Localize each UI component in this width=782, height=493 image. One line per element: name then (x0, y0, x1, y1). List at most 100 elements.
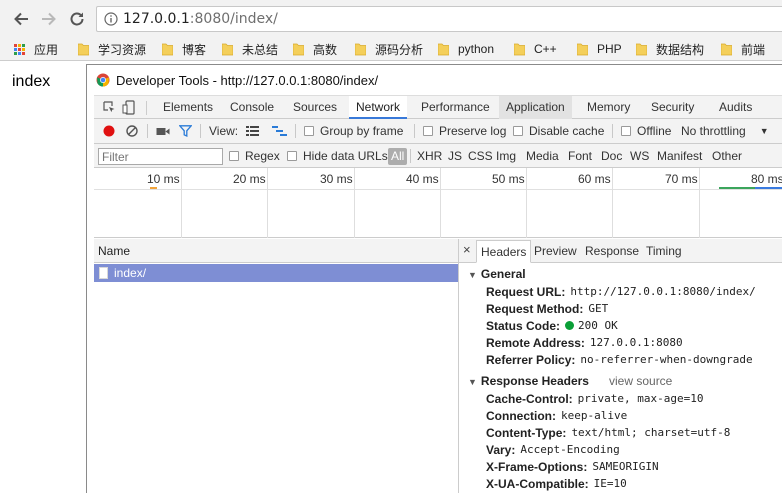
response-headers-section-header[interactable]: ▼ Response Headers (468, 374, 589, 388)
bookmark-label: 数据结构 (656, 42, 705, 57)
document-icon (99, 267, 108, 279)
waterfall-icon (272, 126, 287, 136)
timeline-tick: 40 ms (406, 172, 439, 186)
overview-button[interactable] (272, 119, 287, 143)
regex-label: Regex (245, 149, 280, 163)
bookmark-folder[interactable]: 学习资源 (78, 40, 146, 58)
folder-icon (355, 43, 366, 55)
view-source-link[interactable]: view source (609, 374, 672, 388)
tab-console[interactable]: Console (223, 96, 281, 119)
checkbox-box (229, 151, 239, 161)
checkbox-box (513, 126, 523, 136)
triangle-down-icon: ▼ (468, 270, 477, 280)
tab-headers[interactable]: Headers (476, 240, 532, 263)
preserve-log-label: Preserve log (439, 124, 507, 138)
tab-preview[interactable]: Preview (530, 240, 581, 263)
apps-grid-icon (14, 43, 25, 55)
address-text[interactable]: 127.0.0.1:8080/index/ (123, 11, 278, 27)
arrow-left-icon (14, 12, 28, 26)
bookmark-label: 应用 (34, 42, 59, 57)
folder-icon (577, 43, 588, 55)
group-by-frame-checkbox[interactable]: Group by frame (304, 119, 403, 143)
type-filter-ws[interactable]: WS (628, 148, 651, 165)
chrome-logo-icon (96, 73, 110, 87)
forward-button[interactable] (38, 8, 60, 30)
tab-memory[interactable]: Memory (580, 96, 637, 119)
tab-elements[interactable]: Elements (156, 96, 220, 119)
type-filter-doc[interactable]: Doc (599, 148, 624, 165)
type-filter-manifest[interactable]: Manifest (655, 148, 704, 165)
tab-audits[interactable]: Audits (712, 96, 759, 119)
back-button[interactable] (10, 8, 32, 30)
bookmark-folder[interactable]: 博客 (162, 40, 206, 58)
clear-button[interactable] (126, 119, 138, 143)
inspect-element-icon[interactable] (103, 101, 116, 114)
disable-cache-checkbox[interactable]: Disable cache (513, 119, 604, 143)
type-filter-font[interactable]: Font (566, 148, 594, 165)
filter-input[interactable] (98, 148, 223, 165)
timeline-overview[interactable]: 10 ms 20 ms 30 ms 40 ms 50 ms 60 ms 70 m… (94, 168, 782, 238)
reload-button[interactable] (66, 8, 88, 30)
bookmark-apps[interactable]: 应用 (14, 40, 58, 58)
close-icon[interactable]: × (463, 242, 471, 257)
device-toolbar-icon[interactable] (122, 100, 136, 115)
bookmark-folder[interactable]: python (438, 40, 494, 58)
folder-icon (162, 43, 173, 55)
address-bar[interactable]: 127.0.0.1:8080/index/ (96, 6, 782, 32)
timeline-tick: 60 ms (578, 172, 611, 186)
type-filter-img[interactable]: Img (494, 148, 518, 165)
header-row: Connection: keep-alive (486, 407, 627, 424)
preserve-log-checkbox[interactable]: Preserve log (423, 119, 506, 143)
filter-toggle-button[interactable] (179, 119, 192, 143)
header-key: Status Code: (486, 318, 561, 333)
type-filter-other[interactable]: Other (710, 148, 744, 165)
tab-sources[interactable]: Sources (286, 96, 344, 119)
offline-checkbox[interactable]: Offline (621, 119, 671, 143)
type-filter-css[interactable]: CSS (466, 148, 495, 165)
tab-security[interactable]: Security (644, 96, 701, 119)
bookmark-label: 未总结 (242, 42, 279, 57)
view-label: View: (209, 124, 239, 138)
record-button[interactable] (103, 119, 115, 143)
capture-screenshots-button[interactable] (156, 119, 170, 143)
network-toolbar: View: Group by frame Preserve log Disabl… (94, 119, 782, 144)
tab-response[interactable]: Response (581, 240, 643, 263)
bookmark-label: 博客 (182, 42, 207, 57)
bookmark-folder[interactable]: 未总结 (222, 40, 278, 58)
checkbox-box (423, 126, 433, 136)
devtools-panel-tabs: Elements Console Sources Network Perform… (94, 95, 782, 119)
tab-network[interactable]: Network (349, 96, 408, 119)
bookmark-folder[interactable]: 高数 (293, 40, 337, 58)
type-filter-js[interactable]: JS (446, 148, 464, 165)
name-column-header[interactable]: Name (98, 244, 130, 258)
checkbox-box (621, 126, 631, 136)
type-filter-media[interactable]: Media (524, 148, 561, 165)
bookmark-folder[interactable]: 前端 (721, 40, 765, 58)
bookmark-folder[interactable]: 数据结构 (636, 40, 704, 58)
header-key: Referrer Policy: (486, 352, 576, 367)
throttling-select[interactable]: No throttling ▼ (681, 119, 769, 143)
large-rows-button[interactable] (246, 119, 259, 143)
request-list-header[interactable]: Name (94, 239, 458, 263)
tab-timing[interactable]: Timing (642, 240, 686, 263)
hide-data-urls-checkbox[interactable]: Hide data URLs (287, 144, 388, 168)
tab-performance[interactable]: Performance (414, 96, 497, 119)
folder-icon (438, 43, 449, 55)
hide-data-urls-label: Hide data URLs (303, 149, 388, 163)
clear-icon (126, 125, 138, 137)
general-section-header[interactable]: ▼ General (468, 267, 526, 281)
tab-application[interactable]: Application (499, 96, 572, 119)
table-row[interactable]: index/ (94, 264, 458, 282)
bookmark-folder[interactable]: PHP (577, 40, 622, 58)
type-filter-all[interactable]: All (388, 148, 408, 165)
header-value: private, max-age=10 (577, 392, 704, 405)
regex-checkbox[interactable]: Regex (229, 144, 280, 168)
group-by-frame-label: Group by frame (320, 124, 404, 138)
bookmark-folder[interactable]: C++ (514, 40, 557, 58)
type-filter-xhr[interactable]: XHR (415, 148, 444, 165)
bookmark-folder[interactable]: 源码分析 (355, 40, 423, 58)
header-value: 200 OK (578, 319, 618, 332)
response-headers-title: Response Headers (480, 374, 589, 388)
info-icon[interactable] (104, 12, 118, 26)
header-value: keep-alive (561, 409, 628, 422)
